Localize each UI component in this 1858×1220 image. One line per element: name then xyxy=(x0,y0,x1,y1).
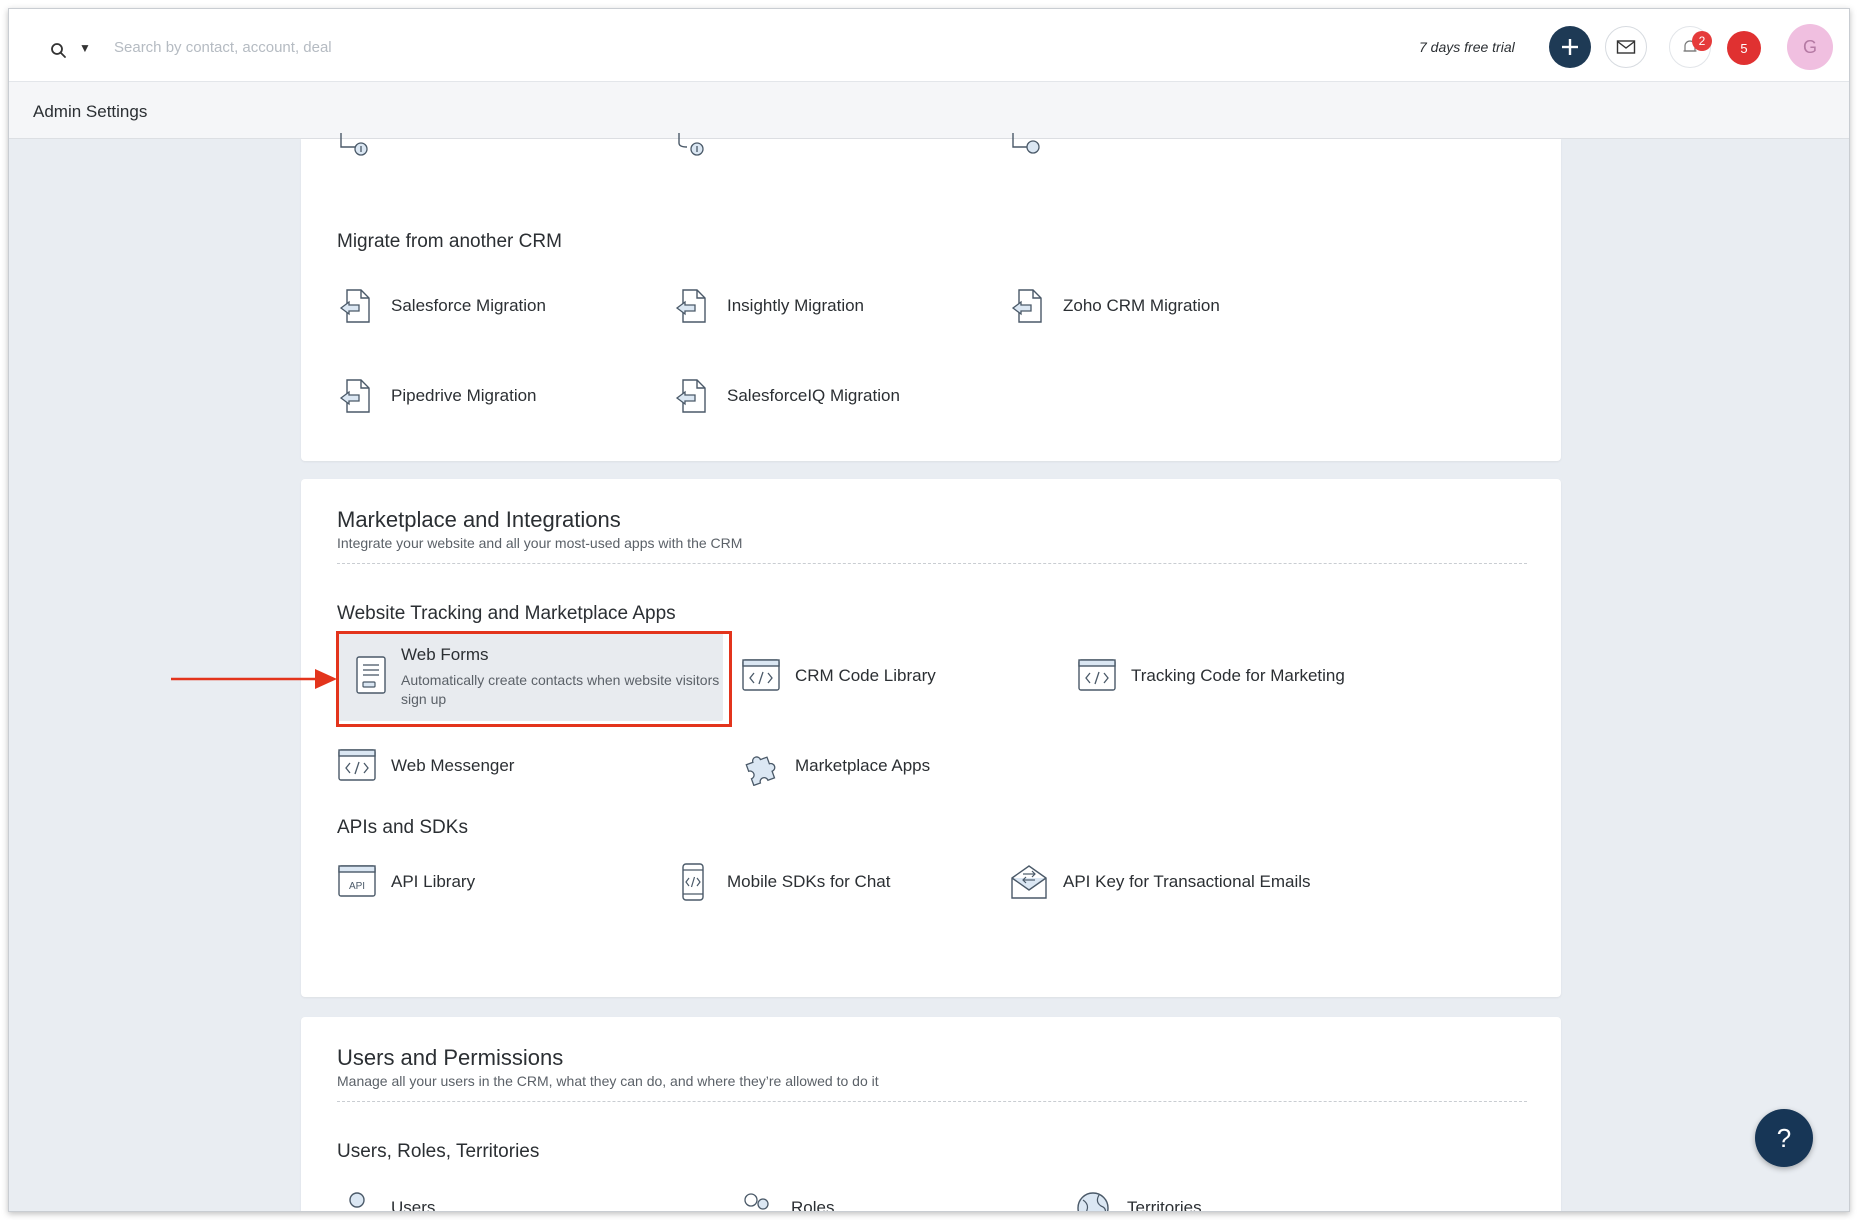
mail-icon xyxy=(1616,40,1636,54)
avatar[interactable]: G xyxy=(1787,24,1833,70)
file-import-icon xyxy=(339,379,370,413)
file-import-icon xyxy=(675,289,706,323)
web-messenger-item[interactable]: Web Messenger xyxy=(337,743,514,789)
code-window-icon xyxy=(742,659,780,691)
marketplace-integrations-card: Marketplace and Integrations Integrate y… xyxy=(301,479,1561,997)
item-label: Salesforce Migration xyxy=(391,296,546,315)
puzzle-icon xyxy=(745,756,776,786)
file-import-icon xyxy=(339,289,370,323)
code-window-icon xyxy=(338,749,376,781)
api-key-transactional-emails-item[interactable]: API Key for Transactional Emails xyxy=(1009,859,1311,905)
web-forms-highlight-box xyxy=(336,631,732,727)
code-window-icon xyxy=(1078,659,1116,691)
partial-import-icon xyxy=(340,133,368,156)
partial-import-icon xyxy=(678,133,704,156)
import-migrate-card: Migrate from another CRM Salesforce Migr… xyxy=(301,133,1561,461)
user-icon xyxy=(349,1192,365,1208)
section-title: Marketplace and Integrations xyxy=(337,507,621,532)
item-label: Pipedrive Migration xyxy=(391,386,537,405)
item-label: Mobile SDKs for Chat xyxy=(727,872,891,891)
notification-count-badge: 2 xyxy=(1692,31,1712,51)
item-label: Territories xyxy=(1127,1198,1202,1212)
roles-item[interactable]: Roles xyxy=(737,1185,835,1212)
add-button[interactable] xyxy=(1549,26,1591,68)
item-label: API Key for Transactional Emails xyxy=(1063,872,1311,891)
crm-code-library-item[interactable]: CRM Code Library xyxy=(741,653,936,699)
section-description: Integrate your website and all your most… xyxy=(337,535,743,551)
trial-text: 7 days free trial xyxy=(1419,39,1515,55)
globe-icon xyxy=(1077,1192,1109,1211)
section-description: Manage all your users in the CRM, what t… xyxy=(337,1073,879,1089)
item-label: Web Messenger xyxy=(391,756,515,775)
item-label: Roles xyxy=(791,1198,835,1212)
item-label: Users xyxy=(391,1198,436,1212)
plus-icon xyxy=(1562,39,1578,55)
item-label: Marketplace Apps xyxy=(795,756,931,775)
users-group-title: Users, Roles, Territories xyxy=(337,1141,540,1162)
pipedrive-migration-item[interactable]: Pipedrive Migration xyxy=(337,373,537,419)
tracking-group-title: Website Tracking and Marketplace Apps xyxy=(337,603,676,624)
search-input[interactable] xyxy=(114,33,614,61)
api-window-icon: API xyxy=(338,865,376,897)
territories-item[interactable]: Territories xyxy=(1073,1185,1202,1212)
zoho-crm-migration-item[interactable]: Zoho CRM Migration xyxy=(1009,283,1220,329)
tracking-code-marketing-item[interactable]: Tracking Code for Marketing xyxy=(1077,653,1345,699)
page-title: Admin Settings xyxy=(33,102,148,121)
users-item[interactable]: Users xyxy=(337,1185,436,1212)
item-label: Insightly Migration xyxy=(727,296,865,315)
section-title: Users and Permissions xyxy=(337,1045,564,1070)
salesforceiq-migration-item[interactable]: SalesforceIQ Migration xyxy=(673,373,900,419)
item-label: SalesforceIQ Migration xyxy=(727,386,900,405)
envelope-icon xyxy=(1011,865,1047,899)
mobile-sdks-chat-item[interactable]: Mobile SDKs for Chat xyxy=(673,859,890,905)
top-bar: ▼ 7 days free trial 2 5 G xyxy=(9,9,1849,82)
app-window: ▼ 7 days free trial 2 5 G Admin Settings… xyxy=(8,8,1850,1212)
salesforce-migration-item[interactable]: Salesforce Migration xyxy=(337,283,546,329)
divider xyxy=(337,1101,1527,1102)
help-button[interactable]: ? xyxy=(1755,1109,1813,1167)
item-label: Zoho CRM Migration xyxy=(1063,296,1220,315)
marketplace-apps-item[interactable]: Marketplace Apps xyxy=(741,743,930,789)
file-import-icon xyxy=(1011,289,1042,323)
api-group-title: APIs and SDKs xyxy=(337,817,468,838)
migrate-group-title: Migrate from another CRM xyxy=(337,231,562,252)
item-label: CRM Code Library xyxy=(795,666,936,685)
search-scope-dropdown-icon[interactable]: ▼ xyxy=(79,41,91,55)
item-label: API Library xyxy=(391,872,476,891)
file-import-icon xyxy=(675,379,706,413)
users-permissions-card: Users and Permissions Manage all your us… xyxy=(301,1017,1561,1212)
insightly-migration-item[interactable]: Insightly Migration xyxy=(673,283,864,329)
api-icon-text: API xyxy=(349,881,365,892)
mobile-code-icon xyxy=(682,863,704,901)
api-library-item[interactable]: API API Library xyxy=(337,859,475,905)
partial-history-icon xyxy=(1012,133,1040,154)
email-button[interactable] xyxy=(1605,26,1647,68)
users-icon xyxy=(744,1193,769,1210)
search-icon[interactable] xyxy=(47,39,71,63)
alerts-badge-button[interactable]: 5 xyxy=(1727,31,1761,65)
pointer-arrow-icon xyxy=(171,669,337,689)
item-label: Tracking Code for Marketing xyxy=(1131,666,1345,685)
divider xyxy=(337,563,1527,564)
admin-settings-bar: Admin Settings xyxy=(9,82,1849,139)
